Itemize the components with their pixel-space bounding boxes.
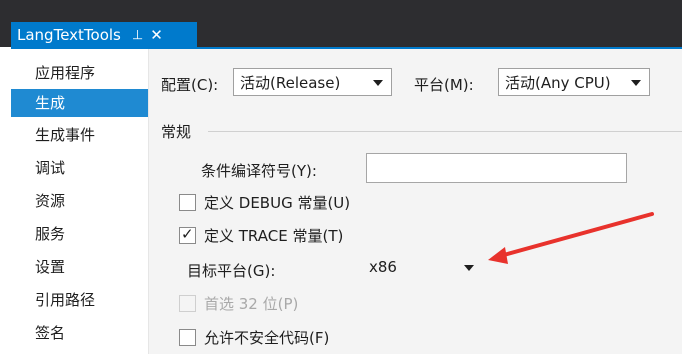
annotation-arrow-icon xyxy=(488,212,654,264)
